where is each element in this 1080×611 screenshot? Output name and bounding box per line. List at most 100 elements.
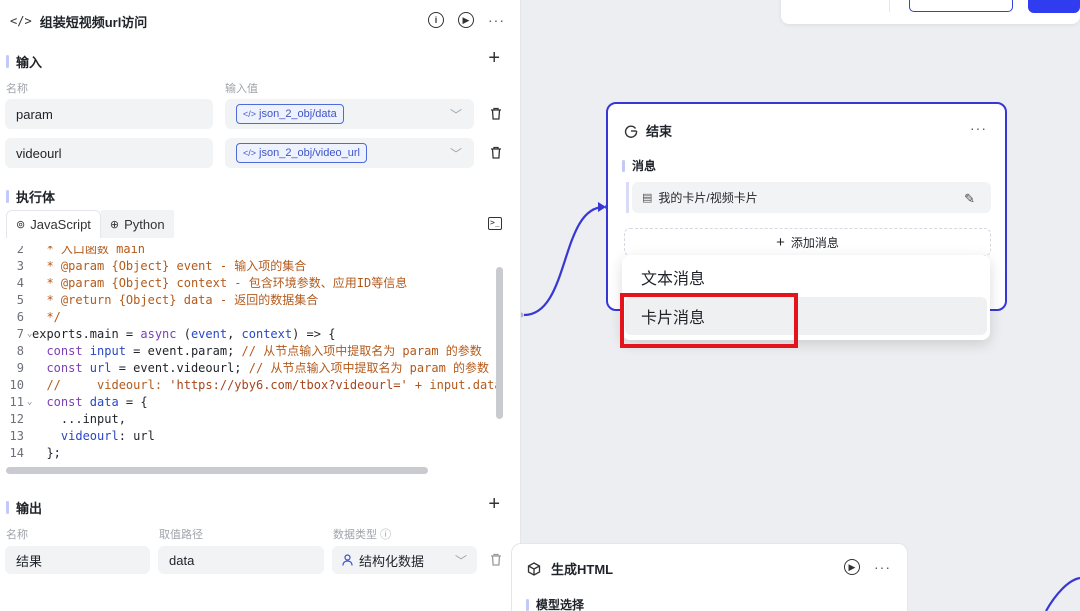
code-line[interactable]: 14 }; xyxy=(6,445,496,462)
code-line[interactable]: 13 videourl: url xyxy=(6,428,496,445)
plus-icon: + xyxy=(776,233,785,251)
chevron-down-icon: ﹀ xyxy=(449,107,462,122)
line-number: 6 xyxy=(16,310,24,324)
generate-html-node[interactable]: 生成HTML ▶ ··· 模型选择 xyxy=(511,543,908,611)
trash-icon[interactable] xyxy=(489,107,503,121)
input-name-field[interactable]: videourl xyxy=(5,138,213,168)
code-token: = event.videourl; xyxy=(111,361,249,375)
code-token: */ xyxy=(32,310,61,324)
message-item[interactable]: ▤ 我的卡片/视频卡片 ✎ xyxy=(626,182,991,213)
line-number: 14 xyxy=(9,446,24,460)
add-input-button[interactable]: + xyxy=(488,48,500,68)
help-icon[interactable]: ⓘ xyxy=(380,529,391,541)
code-token: event xyxy=(190,327,228,341)
code-line[interactable]: 10 // videourl: 'https://yby6.com/tbox?v… xyxy=(6,377,502,394)
code-token: ( xyxy=(176,327,191,341)
code-token: context xyxy=(241,327,293,341)
line-number: 5 xyxy=(16,293,24,307)
tab-python[interactable]: ⊕ Python xyxy=(100,210,174,238)
col-label-value: 输入值 xyxy=(225,83,258,95)
more-icon[interactable]: ··· xyxy=(970,120,987,136)
gen-node-header: 生成HTML xyxy=(527,559,613,578)
code-token: * @param {Object} context - 包含环境参数、应用ID等… xyxy=(32,276,408,290)
run-icon[interactable]: ▶ xyxy=(844,559,860,575)
code-token: videourl xyxy=(32,429,119,443)
code-line[interactable]: 2 * 入口函数 main xyxy=(6,246,496,258)
chevron-down-icon: ﹀ xyxy=(449,146,462,161)
fold-chevron-icon[interactable]: ⌄ xyxy=(27,394,32,411)
edit-icon[interactable]: ✎ xyxy=(964,191,975,207)
code-token: : url xyxy=(118,429,155,443)
code-line[interactable]: 5 * @return {Object} data - 返回的数据集合 xyxy=(6,292,496,309)
code-editor[interactable]: 2 * 入口函数 main 3 * @param {Object} event -… xyxy=(6,246,506,464)
tab-javascript[interactable]: ⊚ JavaScript xyxy=(6,210,101,238)
code-token: async xyxy=(140,327,177,341)
add-output-button[interactable]: + xyxy=(488,494,500,514)
line-number: 3 xyxy=(16,259,24,273)
node-title: 组装短视频url访问 xyxy=(39,14,148,30)
code-token: * @param {Object} event - 输入项的集合 xyxy=(32,259,307,273)
code-token: // videourl: xyxy=(32,378,170,392)
code-token: + input.data xyxy=(407,378,502,392)
more-icon[interactable]: ··· xyxy=(874,559,891,575)
line-number: 10 xyxy=(9,378,24,392)
code-token: // 从节点输入项中提取名为 param 的参数 xyxy=(248,361,490,375)
line-number: 2 xyxy=(16,246,24,256)
line-number: 12 xyxy=(9,412,24,426)
highlight-annotation xyxy=(620,293,798,348)
input-name-field[interactable]: param xyxy=(5,99,213,129)
trash-icon[interactable] xyxy=(489,146,503,160)
code-icon: </> xyxy=(10,14,32,28)
code-line[interactable]: 11 ⌄ const data = { xyxy=(6,394,496,411)
info-icon[interactable]: i xyxy=(428,12,444,28)
python-icon: ⊕ xyxy=(109,218,120,231)
code-token: , xyxy=(227,327,242,341)
code-line[interactable]: 12 ...input, xyxy=(6,411,496,428)
code-line[interactable]: 6 */ xyxy=(6,309,496,326)
code-token: * @return {Object} data - 返回的数据集合 xyxy=(32,293,319,307)
horizontal-scrollbar[interactable] xyxy=(6,467,428,474)
output-name-field[interactable]: 结果 xyxy=(5,546,150,574)
code-line[interactable]: 8 const input = event.param; // 从节点输入项中提… xyxy=(6,343,496,360)
output-path-field[interactable]: data xyxy=(158,546,324,574)
vertical-scrollbar[interactable] xyxy=(496,267,503,419)
code-token: // 从节点输入项中提取名为 param 的参数 xyxy=(241,344,482,358)
col-label-type: 数据类型 ⓘ xyxy=(333,529,392,541)
col-label-name: 名称 xyxy=(6,83,28,95)
code-line[interactable]: 9 const url = event.videourl; // 从节点输入项中… xyxy=(6,360,496,377)
language-tabs: ⊚ JavaScript ⊕ Python xyxy=(6,210,174,238)
code-token: const xyxy=(32,361,90,375)
card-icon: ▤ xyxy=(642,192,653,204)
code-token: }; xyxy=(32,446,61,460)
code-token: ...input, xyxy=(32,412,126,426)
code-token: input xyxy=(89,344,126,358)
end-icon xyxy=(624,125,638,138)
cube-icon xyxy=(527,561,541,576)
terminal-icon[interactable]: >_ xyxy=(488,217,502,230)
model-section-title: 模型选择 xyxy=(526,596,584,611)
output-type-select[interactable]: 结构化数据 ﹀ xyxy=(332,546,477,574)
code-token: 'https://yby6.com/tbox?videourl=' xyxy=(169,378,408,392)
variable-ref-tag: </> json_2_obj/data xyxy=(236,104,344,124)
code-line[interactable]: 3 * @param {Object} event - 输入项的集合 xyxy=(6,258,496,275)
code-token: ) => { xyxy=(292,327,336,341)
add-message-button[interactable]: + 添加消息 xyxy=(624,228,991,256)
code-token: data xyxy=(89,395,119,409)
code-token: const xyxy=(32,344,90,358)
code-node-panel: </> 组装短视频url访问 i ▶ ··· 输入 + 名称 输入值 param… xyxy=(0,0,521,611)
fold-chevron-icon[interactable]: ⌄ xyxy=(27,326,32,343)
code-line[interactable]: 4 * @param {Object} context - 包含环境参数、应用I… xyxy=(6,275,496,292)
input-value-select[interactable]: </> json_2_obj/video_url ﹀ xyxy=(225,138,474,168)
line-number: 9 xyxy=(16,361,24,375)
run-icon[interactable]: ▶ xyxy=(458,12,474,28)
body-section-title: 执行体 xyxy=(6,187,55,206)
more-icon[interactable]: ··· xyxy=(488,12,505,28)
input-value-select[interactable]: </> json_2_obj/data ﹀ xyxy=(225,99,474,129)
variable-ref-tag: </> json_2_obj/video_url xyxy=(236,143,367,163)
end-node-header: 结束 xyxy=(624,121,672,140)
menu-item-text-message[interactable]: 文本消息 xyxy=(622,258,990,296)
line-number: 4 xyxy=(16,276,24,290)
code-token: = event.param; xyxy=(125,344,242,358)
code-line[interactable]: 7 ⌄ exports.main = async (event, context) … xyxy=(6,326,496,343)
trash-icon[interactable] xyxy=(489,553,503,567)
